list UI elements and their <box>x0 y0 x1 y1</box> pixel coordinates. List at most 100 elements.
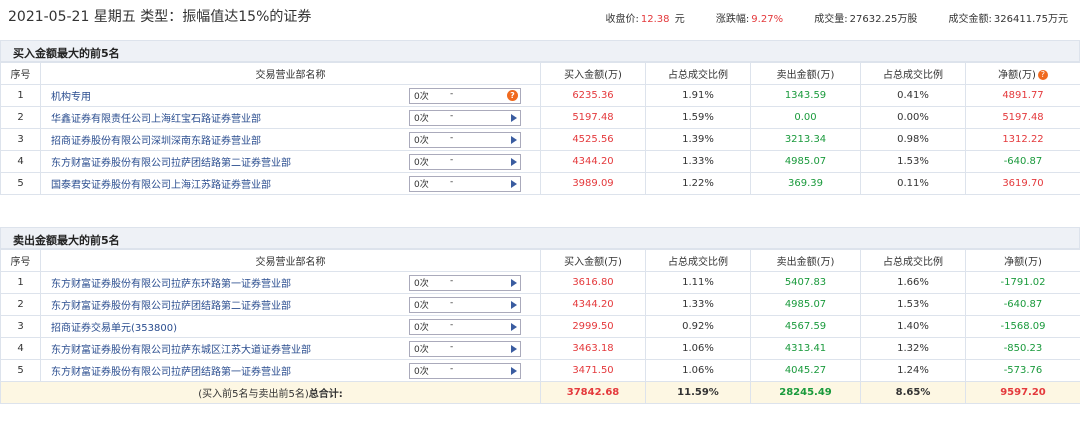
row-seq: 5 <box>0 359 41 382</box>
sell-ratio: 1.40% <box>860 315 966 338</box>
arrow-right-icon[interactable] <box>511 301 517 309</box>
buy-ratio: 1.91% <box>645 84 751 107</box>
total-sell: 28245.49 <box>750 381 861 404</box>
total-buy: 37842.68 <box>540 381 646 404</box>
total-row: (买入前5名与卖出前5名)总合计: 37842.68 11.59% 28245.… <box>0 381 1080 404</box>
dept-name-link[interactable]: 东方财富证券股份有限公司拉萨团结路第二证券营业部 <box>51 158 291 169</box>
net-help-icon[interactable]: ? <box>1037 70 1048 80</box>
change-value: 9.27% <box>751 14 784 25</box>
arrow-right-icon[interactable] <box>511 323 517 331</box>
history-select[interactable]: 0次 -? <box>409 88 521 104</box>
col-sell: 卖出金额(万) <box>750 62 861 85</box>
buy-amount: 4344.20 <box>540 150 646 173</box>
table-row: 3 招商证券交易单元(353800) 0次 - 2999.50 0.92% 4567.59 1… <box>0 315 1080 338</box>
table-row: 4 东方财富证券股份有限公司拉萨团结路第二证券营业部 0次 - 4344.20 1.33%… <box>0 150 1080 173</box>
table-row: 1 机构专用 0次 -? 6235.36 1.91% 1343.59 0.41% 4891.77 <box>0 84 1080 107</box>
sell-ratio: 1.53% <box>860 293 966 316</box>
arrow-right-icon[interactable] <box>511 114 517 122</box>
buy-ratio: 1.06% <box>645 359 751 382</box>
sell-amount: 1343.59 <box>750 84 861 107</box>
buy-amount: 3989.09 <box>540 172 646 195</box>
sell-amount: 3213.34 <box>750 128 861 151</box>
net-amount: -850.23 <box>965 337 1080 360</box>
history-select[interactable]: 0次 - <box>409 110 521 126</box>
row-seq: 4 <box>0 337 41 360</box>
dept-name-cell: 东方财富证券股份有限公司拉萨团结路第二证券营业部 0次 - <box>40 150 541 173</box>
sell-ratio: 0.00% <box>860 106 966 129</box>
col-sell-ratio: 占总成交比例 <box>860 62 966 85</box>
dept-name-link[interactable]: 招商证券交易单元(353800) <box>51 323 177 334</box>
total-net: 9597.20 <box>965 381 1080 404</box>
table-row: 5 国泰君安证券股份有限公司上海江苏路证券营业部 0次 -3989.09 1.22% 36… <box>0 172 1080 195</box>
sell-section-header: 卖出金额最大的前5名 <box>0 227 1080 249</box>
table-row: 5 东方财富证券股份有限公司拉萨团结路第一证券营业部 0次 - 3471.50 1.06%… <box>0 359 1080 382</box>
row-seq: 2 <box>0 106 41 129</box>
buy-amount: 4344.20 <box>540 293 646 316</box>
buy-ratio: 1.39% <box>645 128 751 151</box>
sell-amount: 5407.83 <box>750 271 861 294</box>
buy-ratio: 1.11% <box>645 271 751 294</box>
table-row: 4 东方财富证券股份有限公司拉萨东城区江苏大道证券营业部 0次 - 3463.18 1.0… <box>0 337 1080 360</box>
dept-name-cell: 东方财富证券股份有限公司拉萨团结路第一证券营业部 0次 - <box>40 359 541 382</box>
history-select[interactable]: 0次 - <box>409 319 521 335</box>
stock-stats: 收盘价: 12.38 元 涨跌幅: 9.27% 成交量: 27632.25万股 成交金… <box>578 10 1068 25</box>
arrow-right-icon[interactable] <box>511 180 517 188</box>
buy-ratio: 0.92% <box>645 315 751 338</box>
dept-name-cell: 东方财富证券股份有限公司拉萨团结路第二证券营业部 0次 - <box>40 293 541 316</box>
dept-name-cell: 招商证券股份有限公司深圳深南东路证券营业部 0次 - <box>40 128 541 151</box>
dept-name-link[interactable]: 东方财富证券股份有限公司拉萨东城区江苏大道证券营业部 <box>51 345 311 356</box>
dept-name-link[interactable]: 华鑫证券有限责任公司上海红宝石路证券营业部 <box>51 114 261 125</box>
arrow-right-icon[interactable] <box>511 345 517 353</box>
dept-name-link[interactable]: 机构专用 <box>51 92 91 103</box>
buy-table: 序号 交易营业部名称 买入金额(万) 占总成交比例 卖出金额(万) 占总成交比例… <box>0 62 1080 195</box>
dept-name-cell: 东方财富证券股份有限公司拉萨东环路第一证券营业部 0次 - <box>40 271 541 294</box>
dept-name-cell: 机构专用 0次 -? <box>40 84 541 107</box>
net-amount: -1568.09 <box>965 315 1080 338</box>
sell-amount: 0.00 <box>750 106 861 129</box>
row-seq: 4 <box>0 150 41 173</box>
history-select[interactable]: 0次 - <box>409 132 521 148</box>
dept-name-link[interactable]: 东方财富证券股份有限公司拉萨东环路第一证券营业部 <box>51 279 291 290</box>
history-select[interactable]: 0次 - <box>409 341 521 357</box>
dept-name-cell: 招商证券交易单元(353800) 0次 - <box>40 315 541 338</box>
col-net: 净额(万)? <box>965 62 1080 85</box>
close-label: 收盘价: 12.38 元 <box>605 14 685 25</box>
buy-amount: 2999.50 <box>540 315 646 338</box>
buy-section-title: 买入金额最大的前5名 <box>13 47 120 60</box>
col-buy: 买入金额(万) <box>540 249 646 272</box>
col-buy: 买入金额(万) <box>540 62 646 85</box>
warning-icon[interactable]: ? <box>507 90 518 101</box>
volume-label: 成交量: 27632.25万股 <box>814 14 918 25</box>
net-amount: 5197.48 <box>965 106 1080 129</box>
history-select[interactable]: 0次 - <box>409 297 521 313</box>
history-select[interactable]: 0次 - <box>409 154 521 170</box>
net-amount: -640.87 <box>965 293 1080 316</box>
history-select[interactable]: 0次 - <box>409 275 521 291</box>
buy-amount: 3463.18 <box>540 337 646 360</box>
history-select[interactable]: 0次 - <box>409 363 521 379</box>
sell-amount: 4567.59 <box>750 315 861 338</box>
arrow-right-icon[interactable] <box>511 158 517 166</box>
sell-amount: 4985.07 <box>750 150 861 173</box>
dept-name-link[interactable]: 东方财富证券股份有限公司拉萨团结路第一证券营业部 <box>51 367 291 378</box>
sell-table: 序号 交易营业部名称 买入金额(万) 占总成交比例 卖出金额(万) 占总成交比例… <box>0 249 1080 404</box>
dept-name-link[interactable]: 国泰君安证券股份有限公司上海江苏路证券营业部 <box>51 180 271 191</box>
arrow-right-icon[interactable] <box>511 136 517 144</box>
row-seq: 5 <box>0 172 41 195</box>
buy-amount: 5197.48 <box>540 106 646 129</box>
buy-ratio: 1.59% <box>645 106 751 129</box>
sell-amount: 4985.07 <box>750 293 861 316</box>
row-seq: 1 <box>0 271 41 294</box>
dept-name-cell: 华鑫证券有限责任公司上海红宝石路证券营业部 0次 - <box>40 106 541 129</box>
arrow-right-icon[interactable] <box>511 279 517 287</box>
sell-table-header: 序号 交易营业部名称 买入金额(万) 占总成交比例 卖出金额(万) 占总成交比例… <box>0 249 1080 272</box>
history-select[interactable]: 0次 - <box>409 176 521 192</box>
col-seq: 序号 <box>0 249 41 272</box>
arrow-right-icon[interactable] <box>511 367 517 375</box>
dept-name-link[interactable]: 东方财富证券股份有限公司拉萨团结路第二证券营业部 <box>51 301 291 312</box>
net-amount: -1791.02 <box>965 271 1080 294</box>
net-amount: 3619.70 <box>965 172 1080 195</box>
dept-name-link[interactable]: 招商证券股份有限公司深圳深南东路证券营业部 <box>51 136 261 147</box>
volume-value: 27632.25万股 <box>849 14 918 25</box>
buy-ratio: 1.33% <box>645 150 751 173</box>
